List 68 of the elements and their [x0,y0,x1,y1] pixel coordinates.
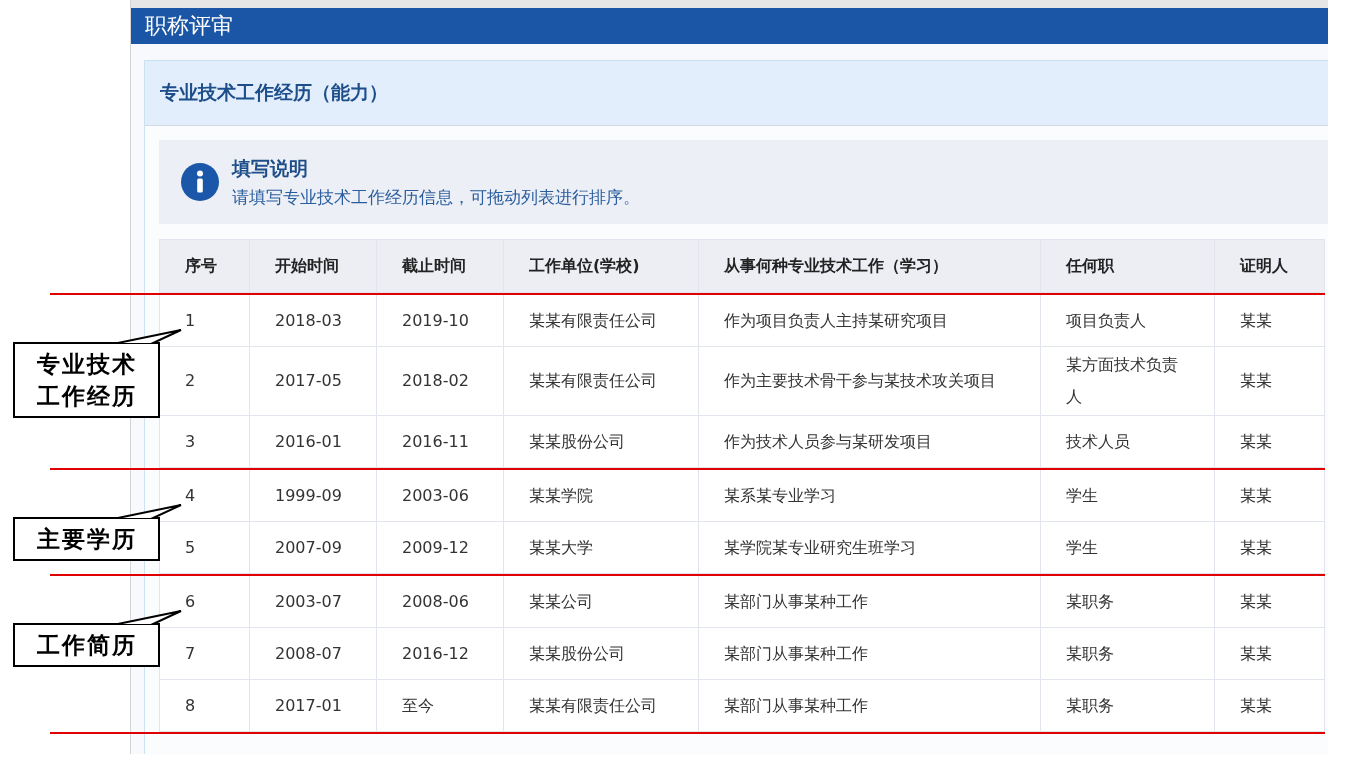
table-cell: 某某大学 [504,522,699,574]
table-cell: 某某公司 [504,576,699,628]
table-header-cell: 开始时间 [250,239,377,293]
table-header-cell: 从事何种专业技术工作（学习） [699,239,1041,293]
table-cell: 2008-06 [377,576,504,628]
table-cell: 学生 [1041,522,1215,574]
table-cell: 2008-07 [250,628,377,680]
notice-text: 请填写专业技术工作经历信息，可拖动列表进行排序。 [232,185,640,209]
table-cell: 至今 [377,680,504,732]
table-cell: 2003-07 [250,576,377,628]
table-cell: 某某 [1215,522,1325,574]
table-cell: 8 [159,680,250,732]
table-header-cell: 任何职 [1041,239,1215,293]
table-cell: 5 [159,522,250,574]
table-cell: 2016-12 [377,628,504,680]
table-cell: 1999-09 [250,470,377,522]
table-cell: 2018-03 [250,295,377,347]
table-cell: 某某股份公司 [504,628,699,680]
page-title: 职称评审 [145,12,233,40]
table-cell: 某某 [1215,680,1325,732]
table-header-cell: 序号 [159,239,250,293]
table-cell: 某职务 [1041,576,1215,628]
table-cell: 2018-02 [377,347,504,416]
table-cell: 某某学院 [504,470,699,522]
table-cell: 某某 [1215,470,1325,522]
table-cell: 2016-01 [250,416,377,468]
table-cell: 2017-05 [250,347,377,416]
table-cell: 某系某专业学习 [699,470,1041,522]
table-cell: 2003-06 [377,470,504,522]
table-cell: 作为技术人员参与某研发项目 [699,416,1041,468]
table-cell: 项目负责人 [1041,295,1215,347]
table-cell: 作为项目负责人主持某研究项目 [699,295,1041,347]
table-cell: 技术人员 [1041,416,1215,468]
table-cell: 某某 [1215,628,1325,680]
table-cell: 2016-11 [377,416,504,468]
table-cell: 2 [159,347,250,416]
table-header-cell: 截止时间 [377,239,504,293]
table-cell: 2009-12 [377,522,504,574]
table-cell: 某某 [1215,576,1325,628]
table-cell: 某某有限责任公司 [504,347,699,416]
table-cell: 某学院某专业研究生班学习 [699,522,1041,574]
table-cell: 某某 [1215,416,1325,468]
card-title: 专业技术工作经历（能力） [160,80,388,105]
table-cell: 某某 [1215,347,1325,416]
table-cell: 某部门从事某种工作 [699,628,1041,680]
table-cell: 某部门从事某种工作 [699,576,1041,628]
table-cell: 某职务 [1041,628,1215,680]
table-cell: 1 [159,295,250,347]
table-cell: 3 [159,416,250,468]
table-cell: 6 [159,576,250,628]
table-cell: 2017-01 [250,680,377,732]
table-cell: 某职务 [1041,680,1215,732]
table-cell: 7 [159,628,250,680]
table-cell: 4 [159,470,250,522]
table-cell: 2019-10 [377,295,504,347]
table-header-cell: 工作单位(学校) [504,239,699,293]
table-header-cell: 证明人 [1215,239,1325,293]
table-cell: 2007-09 [250,522,377,574]
table-cell: 作为主要技术骨干参与某技术攻关项目 [699,347,1041,416]
table-cell: 某部门从事某种工作 [699,680,1041,732]
table-cell: 某某股份公司 [504,416,699,468]
info-icon [180,162,220,202]
table-cell: 某某有限责任公司 [504,295,699,347]
table-cell: 学生 [1041,470,1215,522]
table-cell: 某方面技术负责人 [1041,347,1215,416]
notice-title: 填写说明 [232,155,309,181]
table-cell: 某某有限责任公司 [504,680,699,732]
table-cell: 某某 [1215,295,1325,347]
